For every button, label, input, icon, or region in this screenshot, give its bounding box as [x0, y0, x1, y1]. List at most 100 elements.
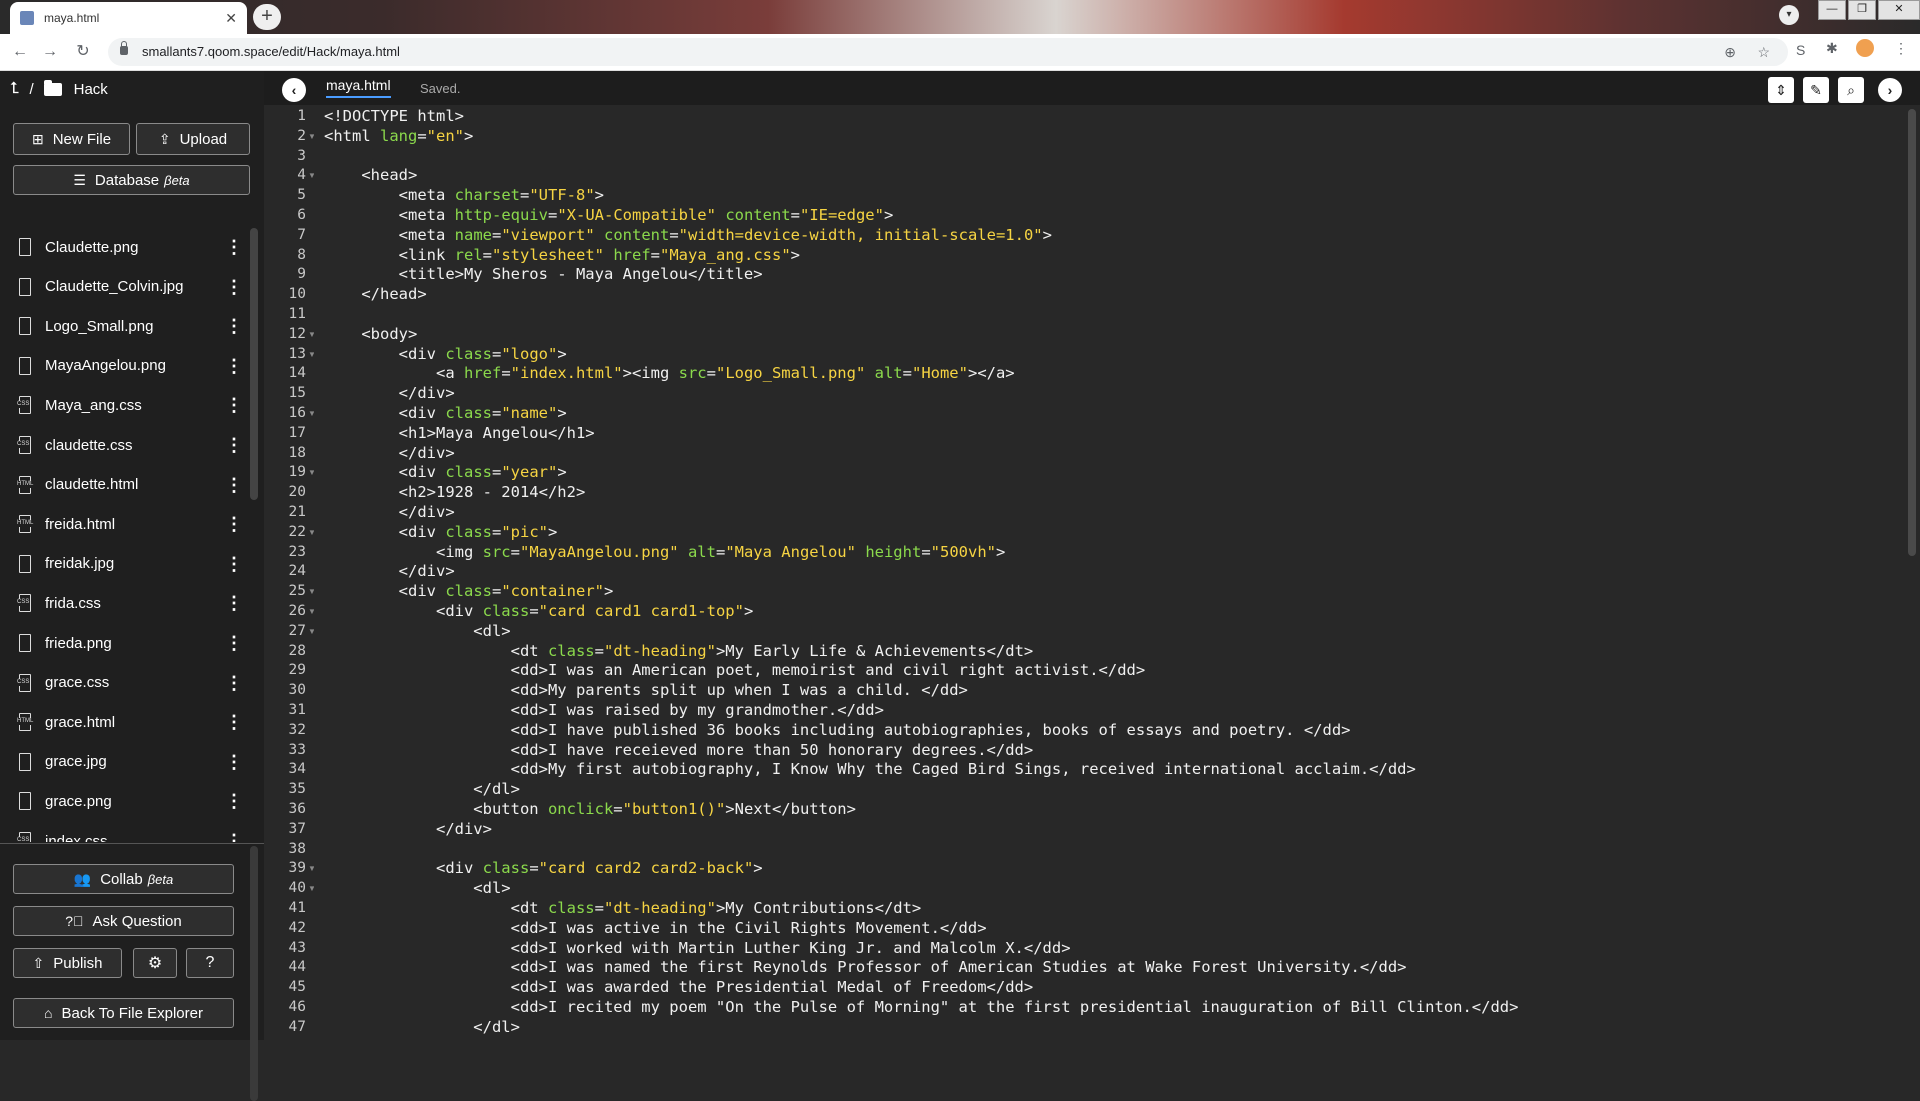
file-menu-icon[interactable]: ⋮: [224, 396, 244, 414]
code-line[interactable]: <dd>I was raised by my grandmother.</dd>: [324, 701, 884, 721]
file-menu-icon[interactable]: ⋮: [224, 555, 244, 573]
file-menu-icon[interactable]: ⋮: [224, 713, 244, 731]
file-item[interactable]: Claudette_Colvin.jpg ⋮: [0, 267, 244, 307]
upload-button[interactable]: ⇪ Upload: [136, 123, 250, 155]
file-item[interactable]: CSS index.css ⋮: [0, 821, 244, 842]
editor-file-tab[interactable]: maya.html: [326, 77, 391, 98]
code-line[interactable]: <div class="logo">: [324, 345, 567, 365]
close-tab-icon[interactable]: ✕: [225, 10, 237, 27]
magic-wand-icon[interactable]: ✎: [1803, 77, 1829, 103]
file-list-scrollbar[interactable]: [250, 228, 258, 500]
code-line[interactable]: <!DOCTYPE html>: [324, 107, 464, 127]
code-line[interactable]: </dl>: [324, 1018, 520, 1038]
code-line[interactable]: </div>: [324, 503, 455, 523]
code-line[interactable]: <dd>My parents split up when I was a chi…: [324, 681, 968, 701]
maximize-icon[interactable]: ❐: [1848, 0, 1876, 20]
code-line[interactable]: <dd>I was active in the Civil Rights Mov…: [324, 919, 987, 939]
code-line[interactable]: <div class="name">: [324, 404, 567, 424]
file-menu-icon[interactable]: ⋮: [224, 832, 244, 842]
code-line[interactable]: <a href="index.html"><img src="Logo_Smal…: [324, 364, 1015, 384]
file-menu-icon[interactable]: ⋮: [224, 317, 244, 335]
code-line[interactable]: <dd>I have receieved more than 50 honora…: [324, 741, 1034, 761]
bookmark-star-icon[interactable]: ☆: [1757, 44, 1770, 61]
code-line[interactable]: <html lang="en">: [324, 127, 473, 147]
minimize-icon[interactable]: —: [1818, 0, 1846, 20]
code-line[interactable]: <h2>1928 - 2014</h2>: [324, 483, 586, 503]
extension-s-icon[interactable]: S: [1796, 42, 1805, 58]
file-item[interactable]: CSS frida.css ⋮: [0, 583, 244, 623]
new-file-button[interactable]: ⊞ New File: [13, 123, 130, 155]
close-window-icon[interactable]: ✕: [1878, 0, 1920, 20]
collab-button[interactable]: 👥 Collab βeta: [13, 864, 234, 894]
expand-collapse-icon[interactable]: ⇕: [1768, 77, 1794, 103]
file-menu-icon[interactable]: ⋮: [224, 357, 244, 375]
expand-preview-icon[interactable]: ›: [1878, 78, 1902, 102]
file-item[interactable]: HTML claudette.html ⋮: [0, 465, 244, 505]
file-item[interactable]: MayaAngelou.png ⋮: [0, 346, 244, 386]
code-line[interactable]: <dd>I have published 36 books including …: [324, 721, 1351, 741]
code-line[interactable]: <div class="container">: [324, 582, 614, 602]
new-tab-button[interactable]: +: [253, 4, 281, 30]
file-item[interactable]: grace.png ⋮: [0, 781, 244, 821]
code-line[interactable]: <link rel="stylesheet" href="Maya_ang.cs…: [324, 246, 800, 266]
code-line[interactable]: <div class="card card2 card2-back">: [324, 859, 763, 879]
code-line[interactable]: <div class="pic">: [324, 523, 558, 543]
back-icon[interactable]: ←: [10, 42, 30, 62]
file-menu-icon[interactable]: ⋮: [224, 278, 244, 296]
code-line[interactable]: <img src="MayaAngelou.png" alt="Maya Ang…: [324, 543, 1005, 563]
code-line[interactable]: <meta name="viewport" content="width=dev…: [324, 226, 1052, 246]
browser-tab[interactable]: maya.html ✕: [10, 2, 247, 34]
publish-button[interactable]: ⇧ Publish: [13, 948, 122, 978]
zoom-icon[interactable]: ⊕: [1724, 44, 1736, 61]
reload-icon[interactable]: ↻: [73, 42, 93, 62]
help-button[interactable]: ?: [186, 948, 234, 978]
code-line[interactable]: <dd>I was named the first Reynolds Profe…: [324, 958, 1407, 978]
code-line[interactable]: <dt class="dt-heading">My Early Life & A…: [324, 642, 1034, 662]
file-item[interactable]: HTML grace.html ⋮: [0, 702, 244, 742]
url-text[interactable]: smallants7.qoom.space/edit/Hack/maya.htm…: [142, 44, 400, 59]
sidebar-bottom-scrollbar[interactable]: [250, 846, 258, 1101]
extensions-puzzle-icon[interactable]: ✱: [1826, 40, 1838, 57]
file-item[interactable]: grace.jpg ⋮: [0, 742, 244, 782]
code-line[interactable]: <body>: [324, 325, 417, 345]
code-line[interactable]: <button onclick="button1()">Next</button…: [324, 800, 856, 820]
database-button[interactable]: ☰ Database βeta: [13, 165, 250, 195]
file-item[interactable]: CSS grace.css ⋮: [0, 663, 244, 703]
settings-button[interactable]: ⚙: [133, 948, 177, 978]
file-item[interactable]: frieda.png ⋮: [0, 623, 244, 663]
code-line[interactable]: <dd>I recited my poem "On the Pulse of M…: [324, 998, 1519, 1018]
code-editor[interactable]: <!DOCTYPE html> <html lang="en"> <head> <…: [314, 105, 1904, 1040]
file-item[interactable]: freidak.jpg ⋮: [0, 544, 244, 584]
code-line[interactable]: <dt class="dt-heading">My Contributions<…: [324, 899, 922, 919]
file-menu-icon[interactable]: ⋮: [224, 238, 244, 256]
up-directory-icon[interactable]: ⮤: [10, 80, 19, 98]
code-line[interactable]: <div class="card card1 card1-top">: [324, 602, 753, 622]
code-line[interactable]: </div>: [324, 562, 455, 582]
file-item[interactable]: CSS claudette.css ⋮: [0, 425, 244, 465]
collapse-sidebar-icon[interactable]: ‹: [282, 78, 306, 102]
code-line[interactable]: <dd>I worked with Martin Luther King Jr.…: [324, 939, 1071, 959]
code-line[interactable]: </dl>: [324, 780, 520, 800]
code-line[interactable]: </div>: [324, 820, 492, 840]
file-menu-icon[interactable]: ⋮: [224, 674, 244, 692]
code-line[interactable]: </div>: [324, 384, 455, 404]
file-menu-icon[interactable]: ⋮: [224, 476, 244, 494]
file-menu-icon[interactable]: ⋮: [224, 792, 244, 810]
breadcrumb-folder[interactable]: Hack: [74, 81, 108, 98]
code-line[interactable]: </div>: [324, 444, 455, 464]
code-line[interactable]: <dl>: [324, 879, 510, 899]
code-line[interactable]: <meta http-equiv="X-UA-Compatible" conte…: [324, 206, 894, 226]
code-line[interactable]: <h1>Maya Angelou</h1>: [324, 424, 595, 444]
code-line[interactable]: <dd>My first autobiography, I Know Why t…: [324, 760, 1416, 780]
file-item[interactable]: CSS Maya_ang.css ⋮: [0, 385, 244, 425]
file-item[interactable]: HTML freida.html ⋮: [0, 504, 244, 544]
file-menu-icon[interactable]: ⋮: [224, 436, 244, 454]
code-line[interactable]: <dd>I was awarded the Presidential Medal…: [324, 978, 1034, 998]
code-line[interactable]: <title>My Sheros - Maya Angelou</title>: [324, 265, 763, 285]
profile-avatar[interactable]: [1856, 39, 1874, 57]
file-menu-icon[interactable]: ⋮: [224, 634, 244, 652]
code-line[interactable]: <dl>: [324, 622, 510, 642]
code-line[interactable]: <head>: [324, 166, 417, 186]
file-item[interactable]: Logo_Small.png ⋮: [0, 306, 244, 346]
code-line[interactable]: </head>: [324, 285, 426, 305]
